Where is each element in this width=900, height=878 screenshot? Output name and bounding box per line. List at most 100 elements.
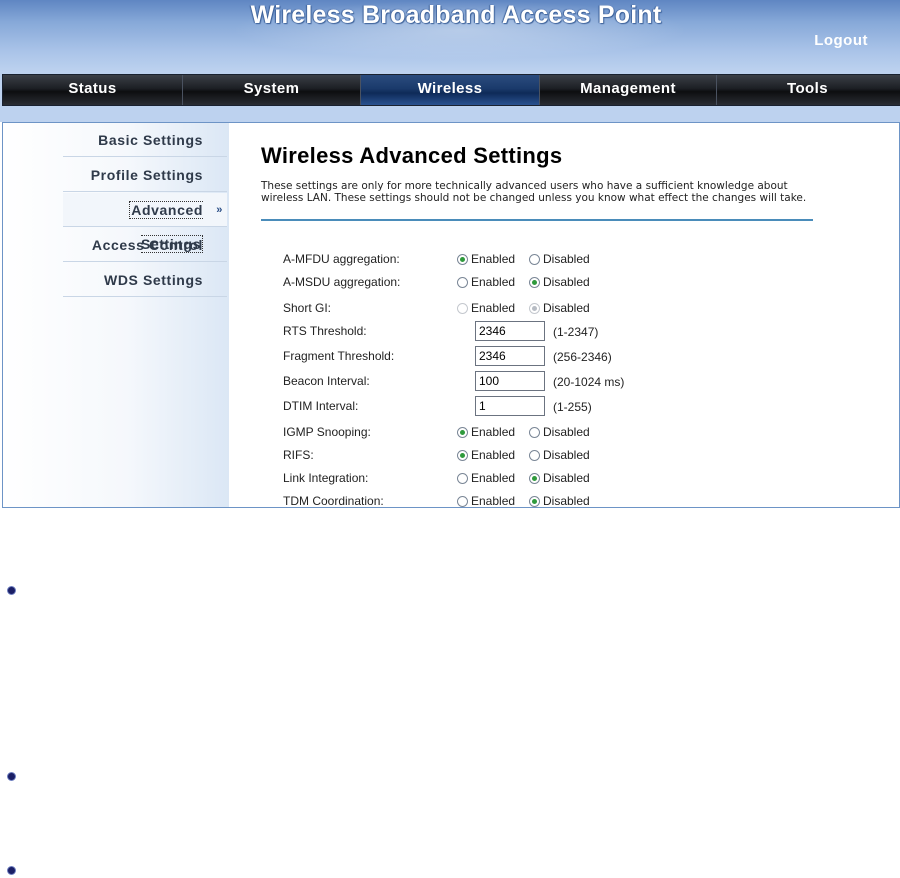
tab-wireless[interactable]: Wireless — [361, 75, 540, 105]
radio-unselected-icon — [529, 253, 540, 265]
tab-system[interactable]: System — [183, 75, 361, 105]
tab-management[interactable]: Management — [540, 75, 717, 105]
bullet-icon — [7, 866, 16, 875]
tab-tools[interactable]: Tools — [717, 75, 898, 105]
page-title: Wireless Advanced Settings — [261, 143, 563, 168]
radio-selected-icon — [457, 426, 468, 438]
radio-disabled[interactable]: Disabled — [529, 275, 590, 289]
radio-label: Enabled — [471, 301, 516, 315]
setting-range: (256-2346) — [553, 350, 612, 364]
setting-row: IGMP Snooping: Enabled Disabled — [283, 422, 803, 444]
sidebar-item-label: Basic Settings — [98, 132, 203, 148]
radio-enabled[interactable]: Enabled — [457, 448, 515, 462]
setting-label: A-MFDU aggregation: — [283, 252, 400, 266]
radio-label: Enabled — [471, 425, 516, 439]
setting-row: A-MSDU aggregation: Enabled Disabled — [283, 272, 803, 294]
radio-enabled[interactable]: Enabled — [457, 275, 515, 289]
setting-label: IGMP Snooping: — [283, 425, 371, 439]
radio-label: Disabled — [543, 252, 590, 266]
radio-disabled: Disabled — [529, 301, 590, 315]
setting-label: Fragment Threshold: — [283, 349, 395, 363]
sidebar-item-wds-settings[interactable]: WDS Settings — [63, 263, 227, 297]
double-chevron-right-icon: » — [216, 204, 223, 216]
setting-label: RTS Threshold: — [283, 324, 367, 338]
radio-enabled[interactable]: Enabled — [457, 425, 515, 439]
setting-input[interactable] — [475, 321, 545, 341]
radio-label: Disabled — [543, 471, 590, 485]
radio-selected-icon — [529, 276, 540, 288]
radio-label: Disabled — [543, 425, 590, 439]
setting-row: RIFS: Enabled Disabled — [283, 445, 803, 467]
radio-enabled[interactable]: Enabled — [457, 494, 516, 508]
setting-row: Beacon Interval: (20-1024 ms) — [283, 371, 803, 393]
sidebar-item-access-control[interactable]: Access Control — [63, 228, 227, 262]
sidebar-item-label: WDS Settings — [104, 272, 203, 288]
logout-link[interactable]: Logout — [814, 32, 868, 49]
radio-unselected-icon — [457, 472, 468, 484]
setting-range: (1-255) — [553, 400, 592, 414]
app-title: Wireless Broadband Access Point — [250, 1, 662, 29]
title-divider — [261, 219, 813, 221]
radio-label: Enabled — [471, 275, 516, 289]
setting-row: Fragment Threshold: (256-2346) — [283, 346, 803, 368]
radio-label: Enabled — [471, 252, 516, 266]
radio-label: Disabled — [543, 301, 590, 315]
radio-label: Enabled — [471, 494, 516, 508]
main-frame: Basic Settings Profile Settings Advanced… — [2, 122, 900, 508]
radio-label: Disabled — [543, 494, 590, 508]
bullet-icon — [7, 586, 16, 595]
setting-row: A-MFDU aggregation: Enabled Disabled — [283, 249, 803, 271]
radio-label: Disabled — [543, 448, 590, 462]
radio-unselected-icon — [457, 495, 468, 507]
setting-label: RIFS: — [283, 448, 314, 462]
page-description: These settings are only for more technic… — [261, 180, 807, 204]
header-banner: Wireless Broadband Access Point Logout — [0, 0, 900, 72]
radio-disabled[interactable]: Disabled — [529, 252, 590, 266]
radio-enabled[interactable]: Enabled — [457, 471, 515, 485]
radio-disabled[interactable]: Disabled — [529, 425, 590, 439]
sidebar-item-advanced-settings[interactable]: Advanced Settings » — [63, 193, 227, 253]
setting-input[interactable] — [475, 396, 545, 416]
setting-label: TDM Coordination: — [283, 494, 384, 508]
setting-row: DTIM Interval: (1-255) — [283, 396, 803, 418]
radio-selected-icon — [529, 302, 540, 314]
setting-range: (20-1024 ms) — [553, 375, 625, 389]
setting-label: Beacon Interval: — [283, 374, 370, 388]
radio-disabled[interactable]: Disabled — [529, 471, 590, 485]
setting-input[interactable] — [475, 371, 545, 391]
radio-enabled[interactable]: Enabled — [457, 252, 515, 266]
radio-unselected-icon — [457, 302, 468, 314]
sidebar-item-label: Profile Settings — [90, 167, 203, 183]
sidebar-item-label: Access Control — [91, 237, 203, 253]
radio-selected-icon — [457, 253, 468, 265]
radio-unselected-icon — [457, 276, 468, 288]
setting-label: A-MSDU aggregation: — [283, 275, 401, 289]
setting-range: (1-2347) — [553, 325, 599, 339]
setting-row: Short GI: Enabled Disabled — [283, 298, 803, 320]
radio-disabled[interactable]: Disabled — [529, 494, 590, 508]
setting-row: RTS Threshold: (1-2347) — [283, 321, 803, 343]
bullet-icon — [7, 772, 16, 781]
sidebar-item-profile-settings[interactable]: Profile Settings — [63, 158, 227, 192]
radio-enabled: Enabled — [457, 301, 515, 315]
radio-selected-icon — [529, 495, 540, 507]
radio-disabled[interactable]: Disabled — [529, 448, 590, 462]
radio-unselected-icon — [529, 426, 540, 438]
sidebar-item-basic-settings[interactable]: Basic Settings — [63, 123, 227, 157]
radio-selected-icon — [457, 449, 468, 461]
setting-label: Short GI: — [283, 301, 332, 315]
setting-input[interactable] — [475, 346, 545, 366]
radio-selected-icon — [529, 472, 540, 484]
main-nav: Status System Wireless Management Tools — [2, 74, 900, 106]
tab-status[interactable]: Status — [3, 75, 183, 105]
setting-label: Link Integration: — [283, 471, 369, 485]
radio-label: Enabled — [471, 448, 516, 462]
radio-label: Enabled — [471, 471, 516, 485]
setting-row: TDM Coordination: Enabled Disabled — [283, 491, 803, 508]
setting-label: DTIM Interval: — [283, 399, 359, 413]
nav-bar-wrap: Status System Wireless Management Tools — [0, 72, 900, 122]
content-panel: Wireless Advanced Settings These setting… — [261, 123, 821, 507]
setting-row: Link Integration: Enabled Disabled — [283, 468, 803, 490]
radio-unselected-icon — [529, 449, 540, 461]
sidebar: Basic Settings Profile Settings Advanced… — [3, 123, 229, 507]
